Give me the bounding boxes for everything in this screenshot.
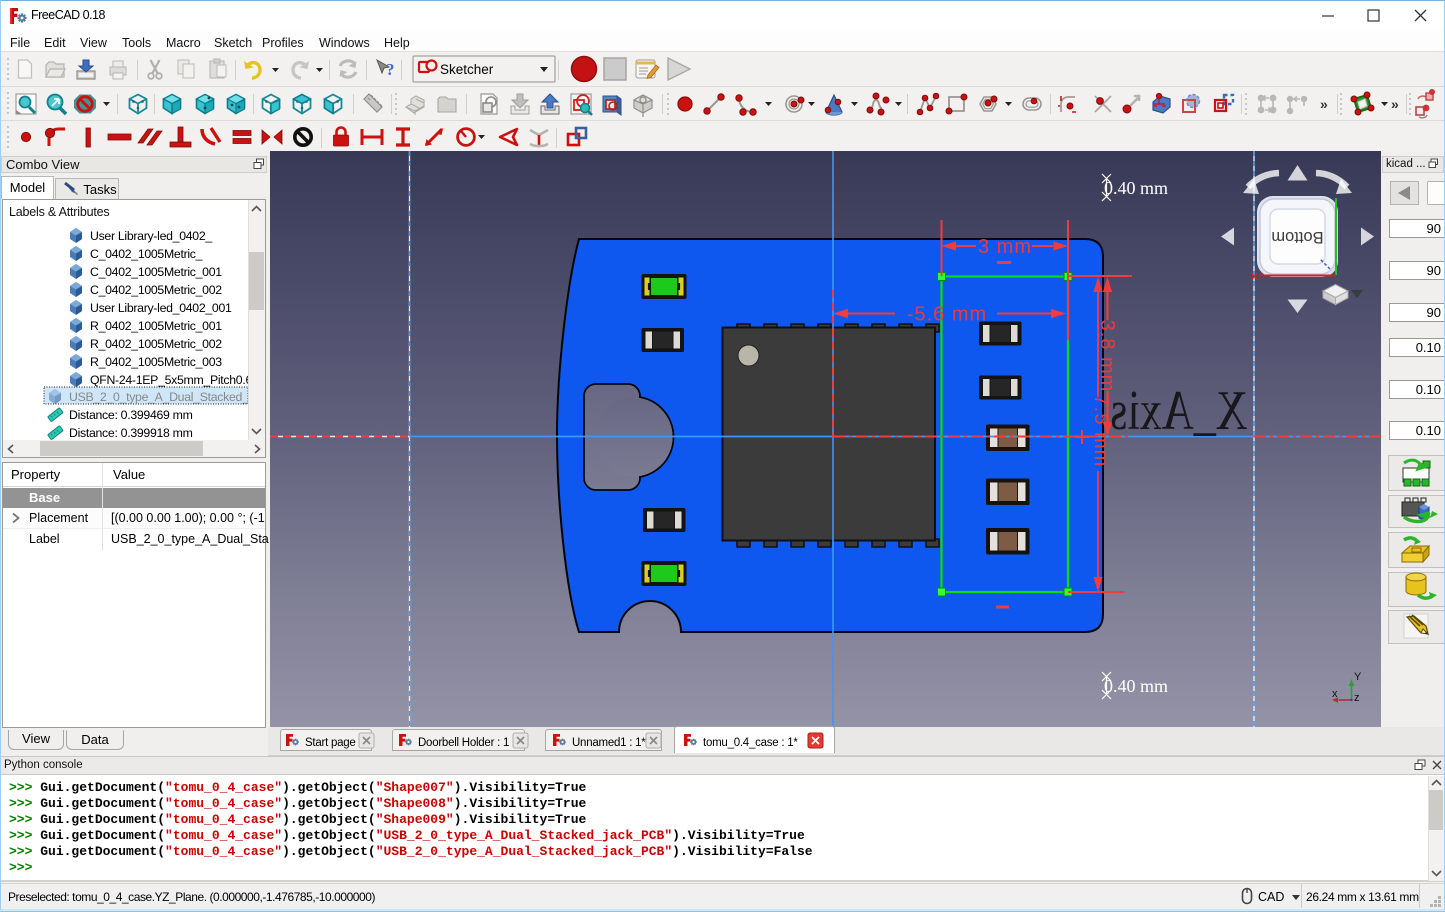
svg-text:R_0402_1005Metric_003: R_0402_1005Metric_003	[90, 355, 222, 369]
svg-text:User Library-led_0402_: User Library-led_0402_	[90, 229, 212, 243]
svg-text:USB_2_0_type_A_Dual_Stacked_ja: USB_2_0_type_A_Dual_Stacked_jac	[69, 390, 248, 404]
svg-text:QFN-24-1EP_5x5mm_Pitch0.6…: QFN-24-1EP_5x5mm_Pitch0.6…	[90, 373, 248, 387]
svg-text:0.40 mm: 0.40 mm	[1104, 676, 1168, 696]
svg-text:Unnamed1 : 1*: Unnamed1 : 1*	[572, 737, 646, 749]
svg-text:7.5 mm: 7.5 mm	[1090, 395, 1112, 468]
svg-text:»: »	[1320, 96, 1328, 112]
svg-text:User Library-led_0402_001: User Library-led_0402_001	[90, 301, 232, 315]
svg-text:Start page: Start page	[305, 737, 356, 749]
svg-text:Sketcher: Sketcher	[440, 62, 494, 77]
svg-text:R_0402_1005Metric_001: R_0402_1005Metric_001	[90, 319, 222, 333]
svg-text:C_0402_1005Metric_002: C_0402_1005Metric_002	[90, 283, 222, 297]
svg-text:X_Axis: X_Axis	[1110, 379, 1248, 441]
svg-text:C_0402_1005Metric_: C_0402_1005Metric_	[90, 247, 203, 261]
svg-text:C_0402_1005Metric_001: C_0402_1005Metric_001	[90, 265, 222, 279]
svg-text:x: x	[1332, 688, 1338, 700]
svg-text:Y: Y	[1354, 671, 1362, 683]
svg-text:3 mm: 3 mm	[978, 236, 1032, 258]
svg-text:Doorbell Holder : 1: Doorbell Holder : 1	[418, 737, 509, 749]
svg-text:Distance: 0.399469 mm: Distance: 0.399469 mm	[69, 408, 193, 422]
svg-text:z: z	[1354, 692, 1360, 704]
svg-text:Distance: 0.399918 mm: Distance: 0.399918 mm	[69, 426, 193, 440]
svg-text:tomu_0.4_case : 1*: tomu_0.4_case : 1*	[703, 737, 798, 749]
svg-text:Bottom: Bottom	[1271, 228, 1323, 246]
svg-text:»: »	[1391, 96, 1399, 112]
svg-text:R_0402_1005Metric_002: R_0402_1005Metric_002	[90, 337, 222, 351]
svg-text:0.40 mm: 0.40 mm	[1104, 178, 1168, 198]
svg-text:?: ?	[386, 60, 395, 79]
svg-text:-5.6 mm: -5.6 mm	[907, 304, 987, 326]
